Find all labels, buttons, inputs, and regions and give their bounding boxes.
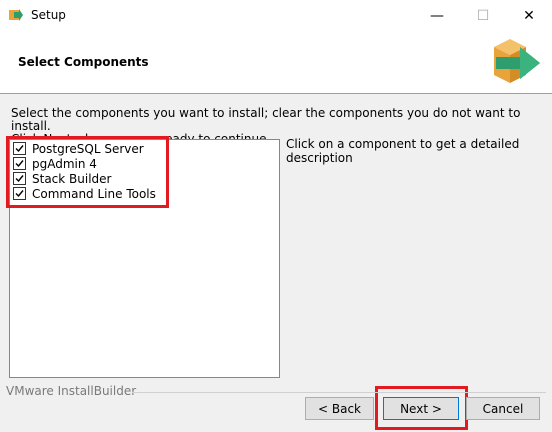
close-button[interactable]: ✕	[506, 0, 552, 31]
cancel-button[interactable]: Cancel	[466, 397, 540, 420]
installer-box-arrow-icon	[494, 39, 540, 83]
component-item-command-line-tools[interactable]: Command Line Tools	[13, 186, 156, 201]
instructions-line-1: Select the components you want to instal…	[11, 106, 521, 133]
minimize-button[interactable]: —	[414, 0, 460, 31]
components-list[interactable]: PostgreSQL Server pgAdmin 4 Stack Builde…	[9, 139, 280, 378]
minimize-icon: —	[430, 7, 444, 24]
maximize-icon: ☐	[476, 7, 490, 24]
page-title: Select Components	[18, 55, 149, 69]
component-item-pgadmin-4[interactable]: pgAdmin 4	[13, 156, 97, 171]
component-label: Stack Builder	[32, 171, 112, 186]
close-icon: ✕	[523, 7, 535, 24]
component-label: PostgreSQL Server	[32, 141, 144, 156]
component-description: Click on a component to get a detailed d…	[286, 137, 520, 165]
checkbox-checked-icon[interactable]	[13, 187, 26, 200]
installer-brand: VMware InstallBuilder	[6, 384, 137, 398]
app-icon	[9, 9, 23, 21]
checkbox-checked-icon[interactable]	[13, 157, 26, 170]
window-title: Setup	[31, 8, 66, 22]
maximize-button[interactable]: ☐	[460, 0, 506, 31]
component-label: pgAdmin 4	[32, 156, 97, 171]
checkbox-checked-icon[interactable]	[13, 142, 26, 155]
checkbox-checked-icon[interactable]	[13, 172, 26, 185]
component-item-postgresql-server[interactable]: PostgreSQL Server	[13, 141, 144, 156]
component-item-stack-builder[interactable]: Stack Builder	[13, 171, 111, 186]
title-bar: Setup — ☐ ✕	[0, 0, 552, 31]
back-button[interactable]: < Back	[305, 397, 374, 420]
next-button[interactable]: Next >	[383, 397, 459, 420]
component-label: Command Line Tools	[32, 186, 156, 201]
footer-divider	[132, 392, 546, 393]
wizard-header: Select Components	[0, 31, 552, 94]
